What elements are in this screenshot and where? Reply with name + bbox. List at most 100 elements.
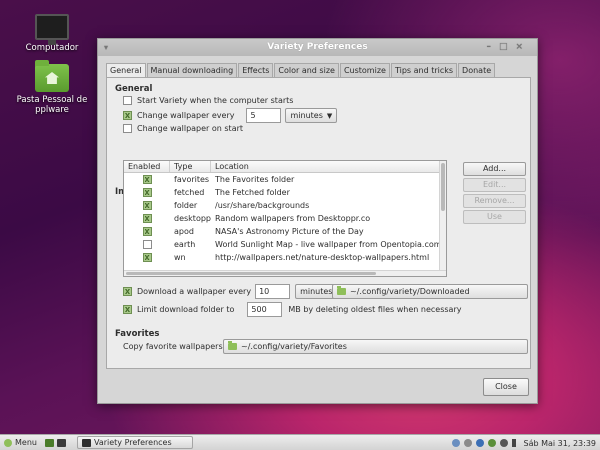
change-every-row: Change wallpaper every 5 minutes ▼ <box>123 108 338 123</box>
row-enabled-checkbox[interactable] <box>142 188 152 197</box>
row-location: The Fetched folder <box>215 188 290 197</box>
close-button[interactable]: Close <box>483 378 529 396</box>
row-enabled-checkbox[interactable] <box>142 227 152 236</box>
tab-bar: General Manual downloading Effects Color… <box>106 63 496 78</box>
terminal-icon[interactable] <box>56 438 66 447</box>
close-icon[interactable]: × <box>515 42 531 52</box>
tab-manual-downloading[interactable]: Manual downloading <box>146 63 238 77</box>
table-row[interactable]: folder/usr/share/backgrounds <box>124 199 446 212</box>
favorites-heading: Favorites <box>115 329 160 339</box>
table-row[interactable]: desktoppr Random wallpapers from Desktopp… <box>124 212 446 225</box>
show-desktop-icon[interactable] <box>44 438 54 447</box>
edit-source-button[interactable]: Edit... <box>463 178 526 192</box>
minimize-icon[interactable]: – <box>486 42 499 52</box>
tab-tips-and-tricks[interactable]: Tips and tricks <box>390 63 458 77</box>
system-tray: Sáb Mai 31, 23:39 <box>448 435 597 450</box>
favorites-label: Copy favorite wallpapers to <box>123 342 234 351</box>
tab-donate[interactable]: Donate <box>458 63 496 77</box>
start-menu-label: Menu <box>15 438 37 447</box>
row-type: wn <box>174 253 186 262</box>
change-on-start-label: Change wallpaper on start <box>137 124 244 133</box>
start-on-boot-checkbox[interactable] <box>123 96 132 105</box>
limit-size-input[interactable]: 500 <box>247 302 283 317</box>
change-on-start-row: Change wallpaper on start <box>123 124 243 133</box>
bluetooth-icon[interactable] <box>475 439 484 447</box>
tab-color-and-size[interactable]: Color and size <box>274 63 339 77</box>
limit-row: Limit download folder to 500 MB by delet… <box>123 302 461 317</box>
general-panel: General Start Variety when the computer … <box>106 77 531 369</box>
row-enabled-checkbox[interactable] <box>142 214 152 223</box>
table-vertical-scrollbar[interactable] <box>439 161 446 276</box>
folder-icon <box>337 286 346 295</box>
window-menu-icon[interactable]: ▾ <box>104 39 108 56</box>
row-enabled-checkbox[interactable] <box>142 253 152 262</box>
change-every-label: Change wallpaper every <box>137 111 235 120</box>
row-type: fetched <box>174 188 205 197</box>
image-sources-table: Enabled Type Location favorites The Favor… <box>123 160 447 277</box>
tab-general[interactable]: General <box>106 63 146 78</box>
column-header-enabled[interactable]: Enabled <box>124 161 170 172</box>
use-source-button[interactable]: Use <box>463 210 526 224</box>
window-controls: –□× <box>486 39 531 56</box>
volume-icon[interactable] <box>499 439 508 447</box>
window-title: Variety Preferences <box>267 42 368 52</box>
table-row[interactable]: apod NASA's Astronomy Picture of the Day <box>124 225 446 238</box>
table-row[interactable]: wn http://wallpapers.net/nature-desktop-w… <box>124 251 446 264</box>
column-header-type[interactable]: Type <box>170 161 211 172</box>
change-interval-input[interactable]: 5 <box>246 108 282 123</box>
scrollbar-thumb[interactable] <box>126 272 376 275</box>
row-type: apod <box>174 227 194 236</box>
row-type: favorites <box>174 175 210 184</box>
tab-effects[interactable]: Effects <box>238 63 274 77</box>
favorites-folder-chooser[interactable]: ~/.config/variety/Favorites <box>223 339 528 354</box>
scrollbar-thumb[interactable] <box>441 163 445 211</box>
column-header-location[interactable]: Location <box>211 161 446 172</box>
add-source-button[interactable]: Add... <box>463 162 526 176</box>
row-location: /usr/share/backgrounds <box>215 201 310 210</box>
power-icon[interactable] <box>511 439 516 447</box>
download-interval-input[interactable]: 10 <box>255 284 291 299</box>
maximize-icon[interactable]: □ <box>499 42 516 52</box>
table-horizontal-scrollbar[interactable] <box>124 270 446 276</box>
window-titlebar[interactable]: ▾ Variety Preferences –□× <box>98 39 537 56</box>
network-icon[interactable] <box>463 439 472 447</box>
remove-source-button[interactable]: Remove... <box>463 194 526 208</box>
row-type: earth <box>174 240 196 249</box>
mint-logo-icon <box>4 438 12 447</box>
row-location: World Sunlight Map - live wallpaper from… <box>215 240 442 249</box>
chevron-down-icon: ▼ <box>326 112 333 120</box>
start-on-boot-row: Start Variety when the computer starts <box>123 96 293 105</box>
table-row[interactable]: fetched The Fetched folder <box>124 186 446 199</box>
taskbar: Menu Variety Preferences Sáb Mai 31, 23:… <box>0 434 600 450</box>
download-checkbox[interactable] <box>123 287 132 296</box>
taskbar-window-label: Variety Preferences <box>93 438 172 447</box>
clock[interactable]: Sáb Mai 31, 23:39 <box>524 439 597 448</box>
desktop-icon-computer[interactable]: Computador <box>7 14 97 53</box>
row-enabled-checkbox[interactable] <box>142 175 152 184</box>
download-row: Download a wallpaper every 10 minutes▼ t… <box>123 284 359 299</box>
change-unit-select[interactable]: minutes ▼ <box>285 108 338 123</box>
row-location: The Favorites folder <box>215 175 295 184</box>
tab-customize[interactable]: Customize <box>339 63 390 77</box>
change-every-checkbox[interactable] <box>123 111 132 120</box>
table-row[interactable]: earth World Sunlight Map - live wallpaper… <box>124 238 446 251</box>
row-location: http://wallpapers.net/nature-desktop-wal… <box>215 253 430 262</box>
limit-checkbox[interactable] <box>123 305 132 314</box>
row-location: Random wallpapers from Desktoppr.co <box>215 214 371 223</box>
desktop-icon-label: Pasta Pessoal de pplware <box>16 95 88 115</box>
row-type: desktoppr <box>174 214 211 223</box>
row-enabled-checkbox[interactable] <box>142 201 152 210</box>
limit-suffix-label: MB by deleting oldest files when necessa… <box>288 305 462 314</box>
download-folder-chooser[interactable]: ~/.config/variety/Downloaded <box>332 284 528 299</box>
change-on-start-checkbox[interactable] <box>123 124 132 133</box>
desktop-icon-home-folder[interactable]: Pasta Pessoal de pplware <box>7 60 97 115</box>
table-row[interactable]: favorites The Favorites folder <box>124 173 446 186</box>
row-enabled-checkbox[interactable] <box>142 240 152 249</box>
update-shield-icon[interactable] <box>487 439 496 447</box>
download-unit-value: minutes <box>300 287 333 296</box>
people-icon[interactable] <box>451 439 460 447</box>
taskbar-window-variety[interactable]: Variety Preferences <box>76 436 193 449</box>
general-heading: General <box>115 84 153 94</box>
download-label: Download a wallpaper every <box>137 287 252 296</box>
start-menu-button[interactable]: Menu <box>4 438 37 447</box>
